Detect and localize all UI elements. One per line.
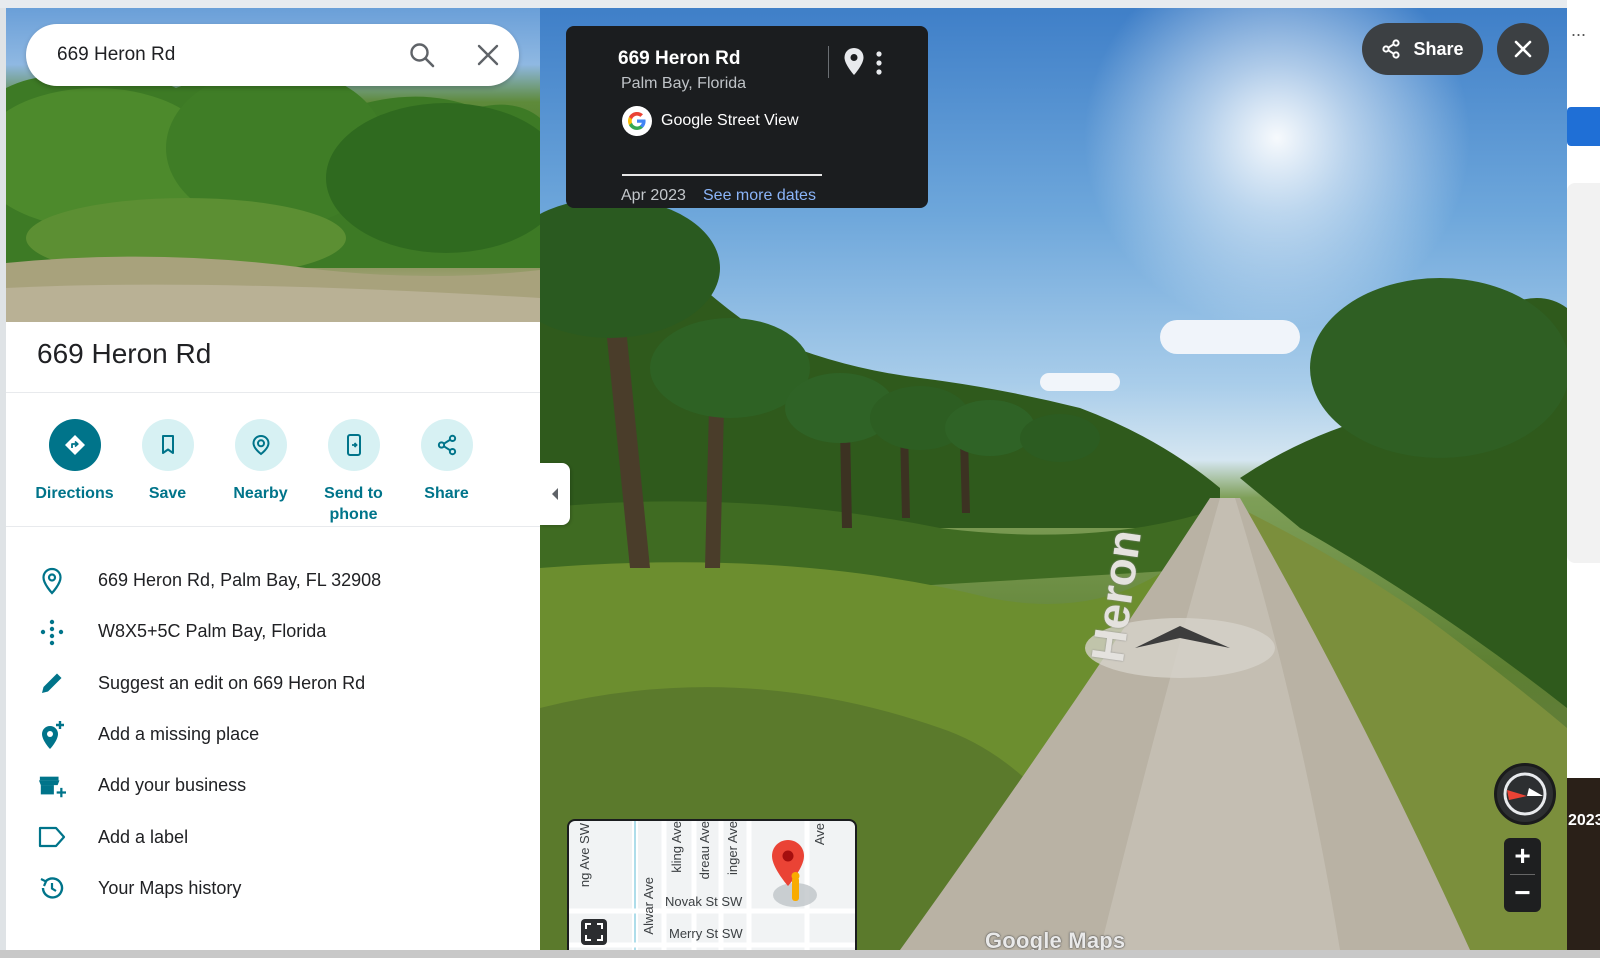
add-missing-place-row[interactable]: Add a missing place	[6, 709, 540, 760]
search-icon[interactable]	[408, 41, 436, 69]
collapse-side-panel-button[interactable]	[540, 463, 570, 525]
share-icon	[1382, 39, 1401, 59]
expand-icon	[585, 923, 603, 941]
action-label: Send to phone	[324, 485, 383, 523]
window-top-strip	[0, 0, 1600, 8]
maps-window: Heron 669 Heron Rd Palm Bay, Florida Goo…	[0, 0, 1600, 958]
street-view-title: 669 Heron Rd	[618, 48, 741, 69]
divider	[6, 392, 540, 393]
zoom-in-button[interactable]: +	[1504, 838, 1541, 875]
share-place-button[interactable]: Share	[400, 419, 493, 525]
street-view-source-label: Google Street View	[661, 112, 799, 129]
phone-icon	[346, 434, 361, 456]
caret-left-icon	[552, 488, 558, 500]
add-business-row[interactable]: Add your business	[6, 760, 540, 811]
info-text: Your Maps history	[98, 877, 242, 898]
place-side-panel: 669 Heron Rd Directions Save	[6, 8, 540, 950]
suggest-edit-row[interactable]: Suggest an edit on 669 Heron Rd	[6, 658, 540, 709]
street-label: kling Ave	[669, 821, 684, 873]
street-view-subtitle: Palm Bay, Florida	[621, 75, 747, 92]
close-street-view-button[interactable]	[1497, 23, 1549, 75]
close-icon	[1514, 40, 1532, 58]
action-label: Nearby	[233, 485, 288, 502]
maps-history-row[interactable]: Your Maps history	[6, 863, 540, 914]
clear-search-icon[interactable]	[476, 43, 500, 67]
plus-code-icon	[38, 618, 66, 646]
add-business-icon	[38, 772, 66, 800]
zoom-out-button[interactable]: −	[1504, 875, 1541, 912]
info-text: Add your business	[98, 775, 247, 796]
capture-date: Apr 2023	[621, 187, 686, 204]
divider	[6, 526, 540, 527]
search-input[interactable]	[57, 44, 387, 66]
street-label: Novak St SW	[665, 894, 743, 909]
background-image	[1567, 778, 1600, 950]
background-window-edge: ... 2023	[1567, 0, 1600, 958]
ellipsis-text: ...	[1571, 20, 1587, 40]
address-row[interactable]: 669 Heron Rd, Palm Bay, FL 32908	[6, 555, 540, 606]
info-text: Add a missing place	[98, 724, 260, 745]
directions-button[interactable]: Directions	[28, 419, 121, 525]
history-icon	[38, 874, 66, 902]
label-icon	[38, 823, 66, 851]
nearby-icon	[251, 434, 270, 456]
info-text: Add a label	[98, 826, 189, 847]
street-label: Ave	[812, 823, 827, 846]
share-button-label: Share	[1413, 38, 1464, 59]
street-label: dreau Ave	[697, 821, 712, 880]
google-logo-icon	[622, 106, 652, 136]
directions-icon	[64, 435, 85, 455]
mini-map[interactable]: ng Ave SW kling Ave dreau Ave inger Ave …	[567, 819, 857, 951]
add-place-icon	[38, 720, 66, 749]
card-divider	[622, 174, 822, 176]
search-box	[26, 24, 519, 86]
add-label-row[interactable]: Add a label	[6, 811, 540, 862]
info-text: Suggest an edit on 669 Heron Rd	[98, 672, 366, 693]
nearby-button[interactable]: Nearby	[214, 419, 307, 525]
zoom-control: + −	[1504, 838, 1541, 912]
info-text: 669 Heron Rd, Palm Bay, FL 32908	[98, 570, 382, 591]
action-label: Share	[424, 485, 469, 502]
share-icon	[437, 434, 456, 456]
background-button	[1567, 107, 1600, 146]
map-pin-icon	[772, 840, 804, 901]
share-button[interactable]: Share	[1362, 23, 1483, 75]
compass-icon	[1503, 772, 1547, 816]
expand-map-button[interactable]	[581, 919, 607, 945]
plus-code-row[interactable]: W8X5+5C Palm Bay, Florida	[6, 606, 540, 657]
location-pin-icon[interactable]	[842, 47, 866, 77]
location-pin-icon	[38, 567, 66, 595]
pencil-icon	[38, 669, 66, 697]
street-view-info-card: 669 Heron Rd Palm Bay, Florida Google St…	[566, 26, 928, 208]
street-label: inger Ave	[725, 821, 740, 875]
place-title: 669 Heron Rd	[37, 338, 212, 369]
save-icon-circle	[141, 419, 194, 471]
action-label: Save	[148, 485, 187, 502]
card-divider	[828, 46, 829, 78]
nearby-icon-circle	[234, 419, 287, 471]
send-to-phone-icon-circle	[327, 419, 380, 471]
action-buttons: Directions Save Nearby Send to phone Sha…	[28, 419, 518, 525]
directions-icon-circle	[48, 419, 101, 471]
street-label: Alwar Ave	[641, 877, 656, 935]
see-more-dates-link[interactable]: See more dates	[703, 187, 816, 205]
street-view-source: Google Street View	[622, 106, 799, 136]
action-label: Directions	[35, 485, 114, 502]
place-info-list: 669 Heron Rd, Palm Bay, FL 32908 W8X5+5C…	[6, 555, 540, 914]
os-dock-strip	[0, 950, 1600, 958]
send-to-phone-button[interactable]: Send to phone	[307, 419, 400, 525]
compass-control[interactable]	[1494, 763, 1556, 825]
street-label: Merry St SW	[669, 926, 743, 941]
more-options-icon[interactable]	[874, 50, 884, 76]
bookmark-icon	[161, 435, 174, 454]
background-panel	[1567, 183, 1600, 563]
street-label: ng Ave SW	[577, 823, 592, 888]
info-text: W8X5+5C Palm Bay, Florida	[98, 621, 327, 642]
year-label: 2023	[1568, 812, 1600, 829]
save-button[interactable]: Save	[121, 419, 214, 525]
share-icon-circle	[420, 419, 473, 471]
